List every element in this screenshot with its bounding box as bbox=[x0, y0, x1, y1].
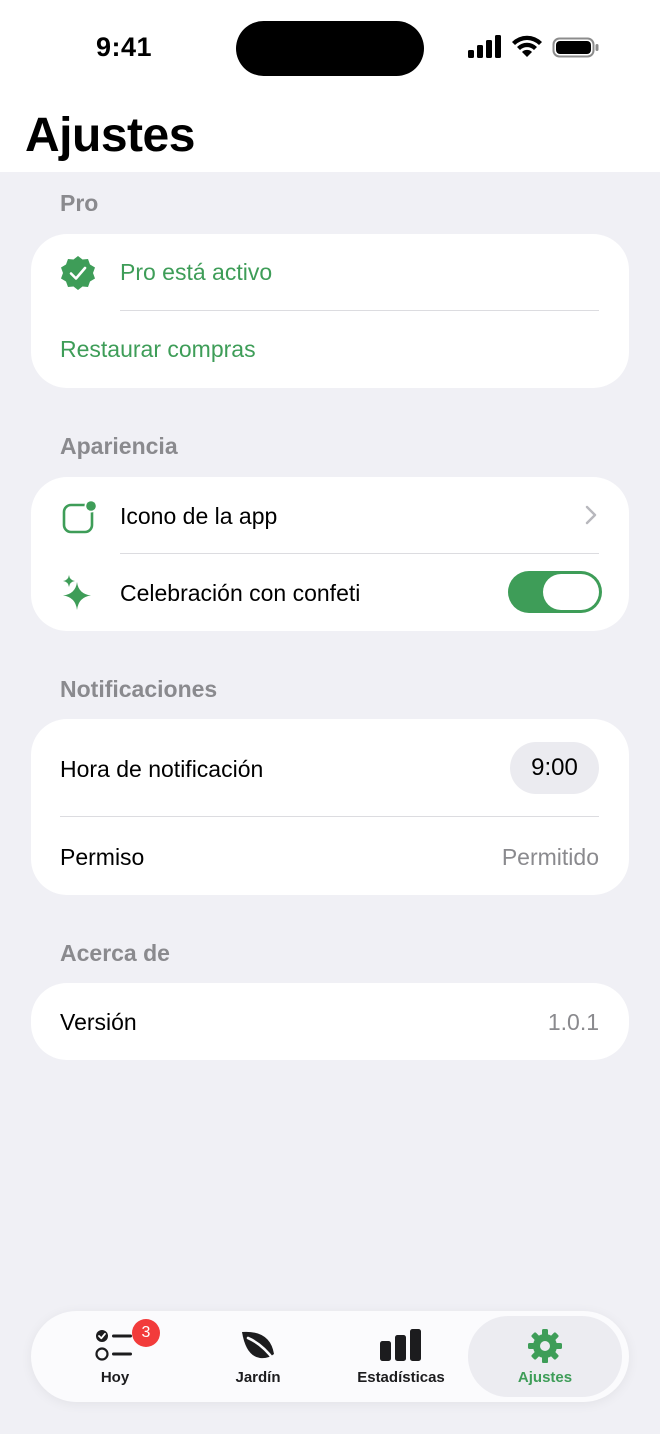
dynamic-island bbox=[236, 21, 424, 76]
tab-ajustes[interactable]: Ajustes bbox=[468, 1316, 622, 1397]
signal-icon bbox=[468, 35, 501, 58]
checklist-icon bbox=[95, 1330, 132, 1361]
version-value: 1.0.1 bbox=[547, 1009, 599, 1035]
confetti-toggle[interactable] bbox=[508, 571, 602, 613]
tab-label-ajustes: Ajustes bbox=[517, 1369, 573, 1386]
tab-estadisticas[interactable]: Estadísticas bbox=[331, 1311, 471, 1402]
permission-row: Permiso Permitido bbox=[31, 817, 629, 895]
confetti-label: Celebración con confeti bbox=[120, 580, 361, 606]
tab-bar: 3 Hoy Jardín Estadísticas Ajustes bbox=[31, 1311, 629, 1402]
header-area: 9:41 Ajustes bbox=[0, 0, 660, 172]
restore-purchases-row[interactable]: Restaurar compras bbox=[31, 311, 629, 388]
app-icon-row[interactable]: Icono de la app bbox=[31, 477, 629, 554]
section-header-about: Acerca de bbox=[60, 940, 170, 966]
tab-jardin[interactable]: Jardín bbox=[188, 1311, 328, 1402]
wifi-icon bbox=[512, 35, 542, 57]
page-title: Ajustes bbox=[25, 109, 195, 162]
permission-value: Permitido bbox=[501, 844, 599, 870]
toggle-knob bbox=[543, 574, 599, 610]
tab-label-jardin: Jardín bbox=[235, 1369, 281, 1386]
tab-label-hoy: Hoy bbox=[100, 1369, 130, 1386]
notifications-card: Hora de notificación 9:00 Permiso Permit… bbox=[31, 719, 629, 895]
section-header-pro: Pro bbox=[60, 190, 99, 216]
status-time: 9:41 bbox=[96, 32, 153, 62]
confetti-row: Celebración con confeti bbox=[31, 554, 629, 631]
appearance-card: Icono de la app Celebración con confeti bbox=[31, 477, 629, 631]
verified-badge-icon bbox=[61, 256, 95, 290]
pro-status-row: Pro está activo bbox=[31, 234, 629, 311]
notification-time-row: Hora de notificación 9:00 bbox=[31, 719, 629, 816]
permission-label: Permiso bbox=[60, 844, 145, 870]
app-icon-icon bbox=[62, 499, 98, 534]
notification-badge: 3 bbox=[132, 1319, 160, 1347]
version-row: Versión 1.0.1 bbox=[31, 983, 629, 1060]
leaf-icon bbox=[242, 1331, 276, 1362]
app-icon-label: Icono de la app bbox=[120, 503, 278, 529]
about-card: Versión 1.0.1 bbox=[31, 983, 629, 1060]
tab-label-estadisticas: Estadísticas bbox=[357, 1369, 445, 1386]
battery-icon bbox=[552, 37, 599, 58]
tab-hoy[interactable]: 3 Hoy bbox=[45, 1311, 185, 1402]
gear-icon bbox=[528, 1329, 562, 1363]
bar-chart-icon bbox=[380, 1329, 421, 1361]
section-header-notifications: Notificaciones bbox=[60, 676, 218, 702]
pro-active-label: Pro está activo bbox=[120, 259, 273, 285]
sparkles-icon bbox=[63, 575, 91, 610]
chevron-right-icon bbox=[585, 505, 597, 525]
pro-card: Pro está activo Restaurar compras bbox=[31, 234, 629, 388]
notification-time-picker[interactable]: 9:00 bbox=[510, 742, 599, 794]
section-header-appearance: Apariencia bbox=[60, 433, 178, 459]
version-label: Versión bbox=[60, 1009, 137, 1035]
restore-purchases-button[interactable]: Restaurar compras bbox=[60, 336, 256, 363]
notification-time-label: Hora de notificación bbox=[60, 756, 264, 782]
